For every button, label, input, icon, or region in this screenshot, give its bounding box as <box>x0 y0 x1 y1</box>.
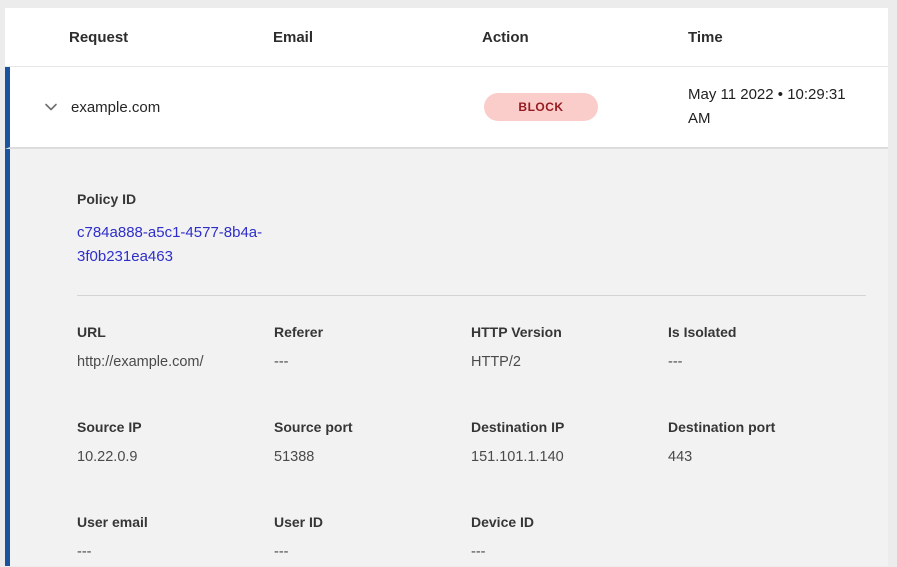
field-source-ip-label: Source IP <box>77 419 274 435</box>
chevron-down-icon[interactable] <box>41 97 61 117</box>
field-user-email: User email --- <box>77 514 274 560</box>
field-http-version: HTTP Version HTTP/2 <box>471 324 668 370</box>
field-destination-ip: Destination IP 151.101.1.140 <box>471 419 668 465</box>
field-device-id-label: Device ID <box>471 514 668 530</box>
column-header-action: Action <box>482 29 688 46</box>
field-destination-port-value: 443 <box>668 449 866 465</box>
field-destination-ip-label: Destination IP <box>471 419 668 435</box>
field-http-version-value: HTTP/2 <box>471 354 668 370</box>
log-table-card: Request Email Action Time example.com BL… <box>5 8 888 566</box>
policy-id-label: Policy ID <box>77 191 866 207</box>
field-referer: Referer --- <box>274 324 471 370</box>
field-url-value: http://example.com/ <box>77 354 274 370</box>
detail-row-user: User email --- User ID --- Device ID --- <box>77 514 866 560</box>
field-user-email-label: User email <box>77 514 274 530</box>
field-destination-ip-value: 151.101.1.140 <box>471 449 668 465</box>
field-url: URL http://example.com/ <box>77 324 274 370</box>
field-user-id-label: User ID <box>274 514 471 530</box>
field-user-email-value: --- <box>77 544 274 560</box>
field-url-label: URL <box>77 324 274 340</box>
action-cell: BLOCK <box>482 93 688 121</box>
field-is-isolated: Is Isolated --- <box>668 324 866 370</box>
policy-id-section: Policy ID c784a888-a5c1-4577-8b4a-3f0b23… <box>77 191 866 269</box>
field-is-isolated-label: Is Isolated <box>668 324 866 340</box>
action-badge: BLOCK <box>484 93 598 121</box>
field-referer-label: Referer <box>274 324 471 340</box>
field-http-version-label: HTTP Version <box>471 324 668 340</box>
field-destination-port-label: Destination port <box>668 419 866 435</box>
request-cell: example.com <box>69 99 273 116</box>
field-device-id: Device ID --- <box>471 514 668 560</box>
time-cell: May 11 2022 • 10:29:31 AM <box>688 83 888 131</box>
field-empty <box>668 514 866 560</box>
field-is-isolated-value: --- <box>668 354 866 370</box>
field-source-port: Source port 51388 <box>274 419 471 465</box>
policy-id-link[interactable]: c784a888-a5c1-4577-8b4a-3f0b231ea463 <box>77 221 287 269</box>
field-destination-port: Destination port 443 <box>668 419 866 465</box>
section-divider <box>77 295 866 296</box>
column-header-email: Email <box>273 29 482 46</box>
log-detail-panel: Policy ID c784a888-a5c1-4577-8b4a-3f0b23… <box>5 149 888 566</box>
field-source-ip: Source IP 10.22.0.9 <box>77 419 274 465</box>
field-user-id-value: --- <box>274 544 471 560</box>
field-source-port-label: Source port <box>274 419 471 435</box>
column-header-request: Request <box>69 29 273 46</box>
column-header-time: Time <box>688 29 888 46</box>
field-source-port-value: 51388 <box>274 449 471 465</box>
field-source-ip-value: 10.22.0.9 <box>77 449 274 465</box>
field-referer-value: --- <box>274 354 471 370</box>
detail-row-http: URL http://example.com/ Referer --- HTTP… <box>77 324 866 370</box>
field-user-id: User ID --- <box>274 514 471 560</box>
log-row[interactable]: example.com BLOCK May 11 2022 • 10:29:31… <box>5 67 888 149</box>
field-device-id-value: --- <box>471 544 668 560</box>
detail-row-network: Source IP 10.22.0.9 Source port 51388 De… <box>77 419 866 465</box>
table-header: Request Email Action Time <box>5 8 888 67</box>
